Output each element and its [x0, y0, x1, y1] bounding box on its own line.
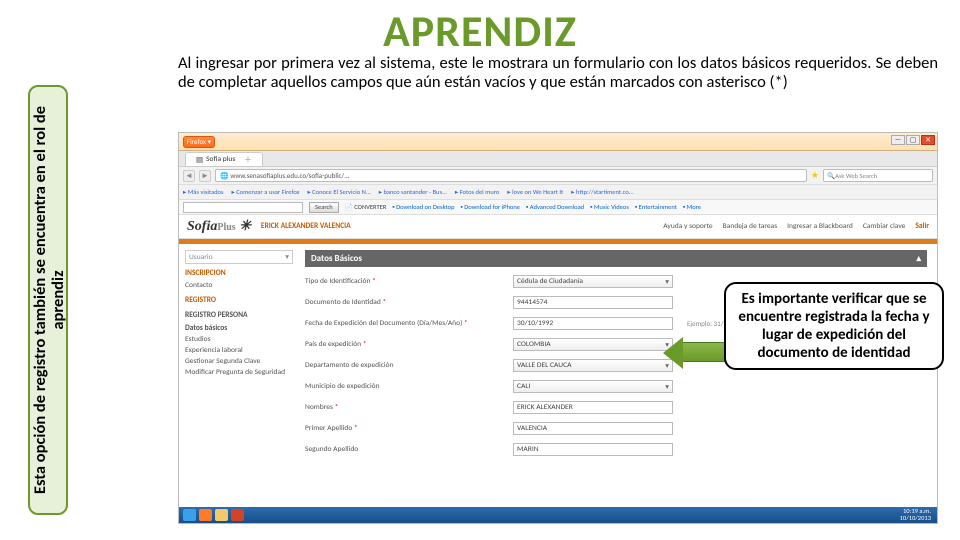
sofia-menu-item[interactable]: Ayuda y soporte [663, 222, 712, 231]
bookmark-link[interactable]: ▸ Comenzar a usar Firefox [231, 188, 299, 196]
form-row: Segundo Apellido MARIN [305, 443, 927, 456]
address-bar-row: ◄ ► 🌐 www.senasofiaplus.edu.co/sofia-pub… [179, 167, 937, 185]
toolbar-link[interactable]: ▪ Entertainment [635, 203, 677, 211]
toolbar-search-button[interactable]: Search [309, 202, 339, 213]
form-input[interactable]: MARIN [513, 443, 673, 456]
sidebar-item[interactable]: Datos básicos [185, 323, 293, 334]
form-label: Municipio de expedición [305, 382, 505, 391]
form-section-header[interactable]: Datos Básicos [305, 250, 927, 267]
form-select[interactable]: VALLE DEL CAUCA [513, 359, 673, 372]
forward-button[interactable]: ► [199, 170, 211, 182]
form-row: Primer Apellido * VALENCIA [305, 422, 927, 435]
sidebar-item[interactable]: Contacto [185, 280, 293, 291]
form-label: Fecha de Expedición del Documento (Día/M… [305, 319, 505, 328]
form-row: Nombres * ERICK ALEXANDER [305, 401, 927, 414]
form-label: Departamento de expedición [305, 361, 505, 370]
bookmarks-bar: ▸ Más visitados ▸ Comenzar a usar Firefox… [179, 185, 937, 200]
bookmark-link[interactable]: ▸ love on We Heart It [507, 188, 563, 196]
form-label: País de expedición * [305, 340, 505, 349]
sidebar-item[interactable]: Gestionar Segunda Clave [185, 356, 293, 367]
sidebar-item[interactable]: Estudios [185, 334, 293, 345]
taskbar-powerpoint-icon[interactable] [231, 509, 244, 521]
taskbar-clock: 10:19 a.m.10/10/2013 [900, 508, 933, 522]
callout-box: Es importante verificar que se encuentre… [724, 282, 944, 370]
role-select[interactable]: Usuario [185, 250, 293, 264]
sofia-logo: SofiaPlus ✳ [187, 218, 251, 235]
form-select[interactable]: COLOMBIA [513, 338, 673, 351]
sidebar-item[interactable]: Experiencia laboral [185, 345, 293, 356]
logged-user-name: ERICK ALEXANDER VALENCIA [261, 222, 351, 231]
sofia-sidebar: Usuario INSCRIPCION Contacto REGISTRO REGIS… [179, 244, 299, 507]
toolbar-link[interactable]: ▪ Advanced Download [526, 203, 584, 211]
form-row: Municipio de expedición CALI [305, 380, 927, 393]
bookmark-link[interactable]: ▸ http://startiment.co... [571, 188, 633, 196]
form-select[interactable]: Cédula de Ciudadanía [513, 275, 673, 288]
windows-taskbar: 10:19 a.m.10/10/2013 [179, 507, 937, 523]
sidebar-item[interactable]: Modificar Pregunta de Seguridad [185, 367, 293, 378]
taskbar-ie-icon[interactable] [183, 509, 196, 521]
form-label: Segundo Apellido [305, 445, 505, 454]
window-controls[interactable]: —▢✕ [891, 135, 935, 145]
back-button[interactable]: ◄ [183, 170, 195, 182]
form-label: Primer Apellido * [305, 424, 505, 433]
form-select[interactable]: CALI [513, 380, 673, 393]
form-input[interactable]: ERICK ALEXANDER [513, 401, 673, 414]
toolbar-link[interactable]: ▪ More [683, 203, 701, 211]
sidebar-section-head: REGISTRO [185, 296, 293, 305]
taskbar-explorer-icon[interactable] [215, 509, 228, 521]
sidebar-section-head: INSCRIPCION [185, 269, 293, 278]
sofia-menu-item[interactable]: Bandeja de tareas [723, 222, 778, 231]
bookmark-link[interactable]: ▸ Más visitados [183, 188, 223, 196]
firefox-menu-button[interactable]: Firefox ▾ [183, 136, 215, 148]
sofia-top-menu: Ayuda y soporte Bandeja de tareas Ingresar… [663, 222, 929, 231]
toolbar-search-input[interactable] [183, 202, 303, 213]
sofia-menu-item[interactable]: Cambiar clave [863, 222, 906, 231]
converter-label: 📄 CONVERTER [345, 203, 387, 211]
intro-paragraph: Al ingresar por primera vez al sistema, … [178, 54, 938, 92]
form-input[interactable]: VALENCIA [513, 422, 673, 435]
side-note-box: Esta opción de registro también se encue… [28, 85, 68, 515]
sofia-header: SofiaPlus ✳ ERICK ALEXANDER VALENCIA Ayu… [179, 215, 937, 239]
logout-link[interactable]: Salir [915, 222, 929, 231]
toolbar-link[interactable]: ▪ Music Videos [590, 203, 629, 211]
toolbar-link[interactable]: ▪ Download on Desktop [392, 203, 454, 211]
browser-tab[interactable]: ▤Sofia plus＋ [185, 152, 263, 166]
toolbar-link[interactable]: ▪ Download for iPhone [460, 203, 520, 211]
form-input[interactable]: 94414574 [513, 296, 673, 309]
url-input[interactable]: 🌐 www.senasofiaplus.edu.co/sofia-public/… [215, 169, 807, 182]
sofia-menu-item[interactable]: Ingresar a Blackboard [787, 222, 853, 231]
browser-search-input[interactable]: 🔍 Ask Web Search [823, 169, 933, 182]
form-label: Documento de Identidad * [305, 298, 505, 307]
addon-toolbar: Search 📄 CONVERTER ▪ Download on Desktop… [179, 200, 937, 215]
bookmark-link[interactable]: ▸ Fotos del muro [455, 188, 499, 196]
form-label: Nombres * [305, 403, 505, 412]
page-title: APRENDIZ [0, 0, 960, 58]
bookmark-link[interactable]: ▸ Conoce El Servicio N... [307, 188, 370, 196]
tab-bar: ▤Sofia plus＋ [179, 151, 937, 167]
firefox-header: Firefox ▾ [179, 133, 937, 151]
sidebar-item[interactable]: REGISTRO PERSONA [185, 310, 293, 321]
taskbar-firefox-icon[interactable] [199, 509, 212, 521]
form-label: Tipo de Identificación * [305, 277, 505, 286]
bookmark-link[interactable]: ▸ banco santander - Bus... [379, 188, 447, 196]
form-input[interactable]: 30/10/1992 [513, 317, 673, 330]
bookmark-star-icon[interactable]: ★ [811, 170, 819, 181]
